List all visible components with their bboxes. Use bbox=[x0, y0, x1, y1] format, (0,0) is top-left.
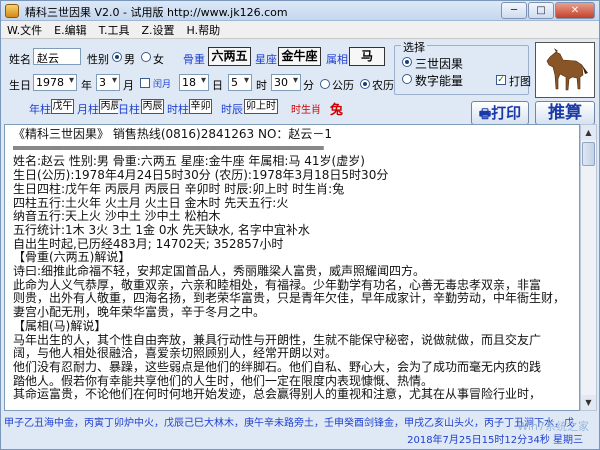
gender-male-label: 男 bbox=[124, 53, 135, 66]
hour-pillar-label: 时柱 bbox=[167, 103, 189, 116]
option-sanshi-label: 三世因果 bbox=[415, 57, 464, 71]
print-button-label: 打印 bbox=[491, 104, 522, 122]
bone-value: 六两五 bbox=[208, 47, 251, 66]
zodiac-label: 属相 bbox=[326, 53, 348, 66]
window-controls: ─ □ ✕ bbox=[500, 2, 595, 19]
scroll-up-icon[interactable]: ▲ bbox=[581, 125, 596, 140]
minute-select[interactable]: 30 bbox=[271, 74, 301, 91]
year-unit: 年 bbox=[81, 79, 92, 92]
print-button[interactable]: 🖶打印 bbox=[471, 101, 529, 125]
solar-radio[interactable] bbox=[320, 79, 330, 89]
gender-female-radio[interactable] bbox=[141, 52, 151, 62]
menu-bar: W.文件 E.编辑 T.工具 Z.设置 H.帮助 bbox=[1, 21, 599, 39]
month-pillar-label: 月柱 bbox=[77, 103, 99, 116]
month-unit: 月 bbox=[123, 79, 134, 92]
title-bar: 精科三世因果 V2.0 - 试用版 http://www.jk126.com ─… bbox=[1, 1, 599, 21]
report-line: 阔，与他人相处很融洽，喜爱亲切照顾别人，经常开朗以对。 bbox=[13, 346, 338, 361]
zodiac-value: 马 bbox=[349, 47, 385, 66]
window-title: 精科三世因果 V2.0 - 试用版 http://www.jk126.com bbox=[25, 6, 288, 19]
shengxiao-value: 兔 bbox=[330, 103, 344, 118]
lunar-label: 农历 bbox=[372, 79, 394, 92]
option-number-label: 数字能量 bbox=[415, 74, 464, 88]
report-line: 纳音五行:天上火 沙中土 沙中土 松柏木 bbox=[13, 209, 221, 224]
report-line: 妻宫小配无刑，晚年荣华富贵，辛于冬月之中。 bbox=[13, 305, 266, 320]
day-pillar-label: 日柱 bbox=[118, 101, 140, 117]
close-button[interactable]: ✕ bbox=[555, 2, 595, 19]
maximize-button[interactable]: □ bbox=[528, 2, 554, 19]
minimize-button[interactable]: ─ bbox=[501, 2, 527, 19]
solar-label: 公历 bbox=[332, 79, 354, 92]
report-line: 生日四柱:戊午年 丙辰月 丙辰日 辛卯时 时辰:卯上时 时生肖:兔 bbox=[13, 181, 345, 196]
print-image-label: 打图 bbox=[509, 75, 531, 88]
leap-month-checkbox[interactable] bbox=[140, 78, 150, 88]
menu-help[interactable]: H.帮助 bbox=[187, 22, 221, 38]
menu-file[interactable]: W.文件 bbox=[7, 22, 42, 38]
shengxiao-label: 时生肖 bbox=[291, 105, 321, 116]
report-line: 【骨重(六两五)解说】 bbox=[13, 250, 131, 265]
horse-icon bbox=[546, 48, 588, 91]
gender-label: 性别 bbox=[87, 53, 109, 66]
menu-settings[interactable]: Z.设置 bbox=[142, 22, 175, 38]
hour-pillar-value: 辛卯 bbox=[189, 99, 212, 114]
report-line: 【属相(马)解说】 bbox=[13, 318, 107, 333]
status-bar: 甲子乙丑海中金，丙寅丁卯炉中火，戊辰己巳大林木，庚午辛未路旁土，壬申癸酉剑锋金，… bbox=[4, 412, 597, 448]
gender-female-label: 女 bbox=[153, 53, 164, 66]
menu-edit[interactable]: E.编辑 bbox=[54, 22, 86, 38]
shichen-value: 卯上时 bbox=[244, 99, 278, 114]
star-label: 星座 bbox=[255, 53, 277, 66]
print-image-checkbox[interactable]: ✓ bbox=[496, 75, 506, 85]
option-number-radio[interactable] bbox=[402, 74, 412, 84]
hour-select[interactable]: 5 bbox=[228, 74, 252, 91]
name-label: 姓名 bbox=[9, 53, 31, 66]
leap-month-label: 闰月 bbox=[153, 80, 172, 90]
watermark: Win7系统之家 bbox=[517, 420, 589, 433]
hour-unit: 时 bbox=[256, 79, 267, 92]
gender-male-radio[interactable] bbox=[112, 52, 122, 62]
minute-unit: 分 bbox=[303, 79, 314, 92]
select-group-label: 选择 bbox=[401, 39, 427, 55]
report-line: 诗曰:细推此命福不轻，安邦定国首品人，秀丽雕梁人富贵，威声照耀闻四方。 bbox=[13, 264, 426, 279]
name-input[interactable]: 赵云 bbox=[33, 48, 81, 65]
day-unit: 日 bbox=[212, 79, 223, 92]
calculate-button[interactable]: 推算 bbox=[535, 101, 595, 125]
report-line: 生日(公历):1978年4月24日5时30分 (农历):1978年3月18日5时… bbox=[13, 168, 389, 183]
year-pillar-value: 戊午 bbox=[51, 99, 74, 114]
star-value: 金牛座 bbox=[278, 47, 321, 66]
lunar-radio[interactable] bbox=[360, 79, 370, 89]
input-form: 姓名 赵云 性别 男 女 骨重 六两五 星座 金牛座 属相 马 选择 三世因果 … bbox=[1, 39, 599, 125]
year-select[interactable]: 1978 bbox=[33, 74, 77, 91]
menu-tools[interactable]: T.工具 bbox=[99, 22, 130, 38]
report-line: 他们没有忍耐力、暴躁，这些弱点是他们的绊脚石。他们自私、野心大，会为了成功而毫无… bbox=[13, 359, 542, 374]
month-select[interactable]: 3 bbox=[96, 74, 120, 91]
report-line: 姓名:赵云 性别:男 骨重:六两五 星座:金牛座 年属相:马 41岁(虚岁) bbox=[13, 154, 365, 169]
birth-label: 生日 bbox=[9, 79, 31, 92]
report-line: 其命运富贵，不论他们在何时何地开始发迹，总会赢得别人的重视和注意，尤其在从事冒险… bbox=[13, 387, 542, 402]
scroll-down-icon[interactable]: ▼ bbox=[581, 395, 596, 410]
horse-image bbox=[535, 42, 595, 98]
printer-icon: 🖶 bbox=[478, 107, 492, 122]
app-window: 精科三世因果 V2.0 - 试用版 http://www.jk126.com ─… bbox=[0, 0, 600, 450]
report-line: 五行统计:1木 3火 3土 1金 0水 先天缺水, 名字中宜补水 bbox=[13, 222, 310, 237]
shichen-label: 时辰 bbox=[221, 103, 243, 116]
option-sanshi-radio[interactable] bbox=[402, 57, 412, 67]
report-line: 《精科三世因果》 销售热线(0816)2841263 NO：赵云－1 bbox=[13, 127, 333, 141]
year-pillar-label: 年柱 bbox=[29, 103, 51, 116]
vertical-scrollbar[interactable]: ▲ ▼ bbox=[580, 124, 597, 411]
ganzhi-marquee: 甲子乙丑海中金，丙寅丁卯炉中火，戊辰己巳大林木，庚午辛未路旁土，壬申癸酉剑锋金，… bbox=[4, 418, 574, 429]
day-select[interactable]: 18 bbox=[179, 74, 209, 91]
report-textarea[interactable]: 《精科三世因果》 销售热线(0816)2841263 NO：赵云－1 ══════… bbox=[4, 124, 580, 411]
app-icon bbox=[5, 4, 19, 18]
day-pillar-value: 丙辰 bbox=[141, 99, 164, 114]
bone-label: 骨重 bbox=[183, 53, 205, 66]
scroll-thumb[interactable] bbox=[582, 142, 595, 166]
report-line: 马年出生的人，其个性自由奔放，兼具行动性与开朗性，生就不能保守秘密，说做就做，而… bbox=[13, 332, 542, 347]
